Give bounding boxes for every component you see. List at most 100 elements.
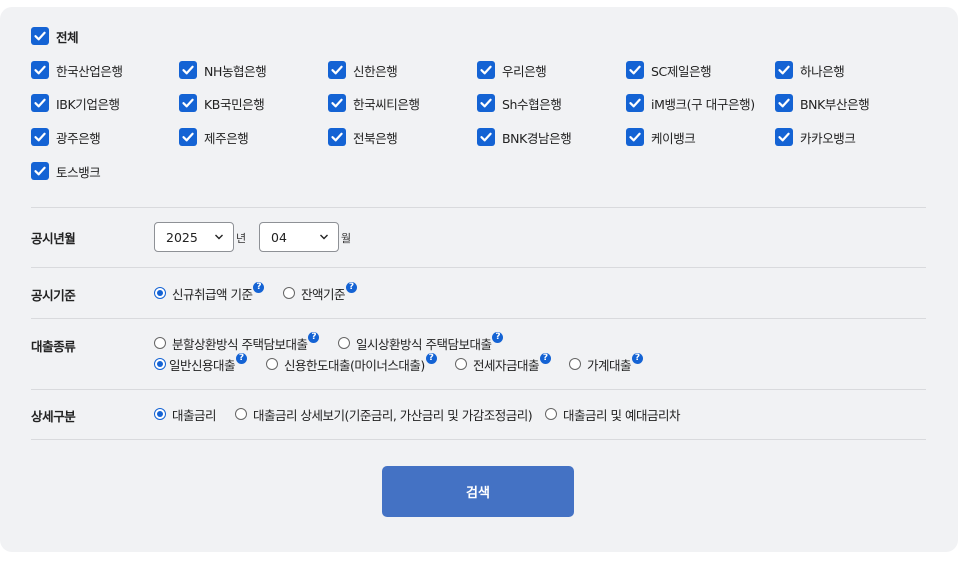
radio-indicator xyxy=(266,358,278,370)
checkmark-icon xyxy=(31,94,49,112)
bank-label: 전북은행 xyxy=(353,130,398,146)
checkbox-bank[interactable]: NH농협은행 xyxy=(179,60,267,80)
radio-new-loan-basis[interactable]: 신규취급액 기준 ? xyxy=(154,281,265,302)
loan-type-row-label: 대출종류 xyxy=(31,339,76,354)
radio-credit-line[interactable]: 신용한도대출(마이너스대출) ? xyxy=(266,352,437,373)
checkmark-icon xyxy=(477,128,495,146)
checkmark-icon xyxy=(626,128,644,146)
divider xyxy=(31,207,926,208)
help-icon[interactable]: ? xyxy=(253,281,265,293)
radio-selected-indicator xyxy=(154,287,166,299)
bank-label: 광주은행 xyxy=(56,130,101,146)
month-select[interactable]: 04 xyxy=(259,222,339,252)
checkmark-icon xyxy=(31,27,49,45)
bank-label: 토스뱅크 xyxy=(56,164,101,180)
radio-label: 가계대출 xyxy=(587,357,632,373)
checkbox-bank[interactable]: 카카오뱅크 xyxy=(775,127,856,147)
bank-label: SC제일은행 xyxy=(651,63,712,79)
checkmark-icon xyxy=(626,94,644,112)
checkmark-icon xyxy=(328,61,346,79)
checkbox-bank[interactable]: 전북은행 xyxy=(328,127,398,147)
help-icon[interactable]: ? xyxy=(425,352,437,364)
bank-label: KB국민은행 xyxy=(204,96,265,112)
bank-label: IBK기업은행 xyxy=(56,96,120,112)
checkbox-bank[interactable]: BNK경남은행 xyxy=(477,127,572,147)
radio-label: 신규취급액 기준 xyxy=(172,286,253,302)
checkmark-icon xyxy=(31,162,49,180)
radio-jeonse-loan[interactable]: 전세자금대출 ? xyxy=(455,352,552,373)
checkmark-icon xyxy=(179,128,197,146)
basis-row-label: 공시기준 xyxy=(31,288,76,303)
checkmark-icon xyxy=(477,61,495,79)
checkbox-bank[interactable]: SC제일은행 xyxy=(626,60,712,80)
checkmark-icon xyxy=(477,94,495,112)
detail-row-label: 상세구분 xyxy=(31,409,76,424)
checkbox-bank[interactable]: 케이뱅크 xyxy=(626,127,696,147)
checkbox-bank[interactable]: BNK부산은행 xyxy=(775,93,870,113)
radio-loan-deposit-spread[interactable]: 대출금리 및 예대금리차 xyxy=(545,405,680,423)
checkbox-bank[interactable]: 우리은행 xyxy=(477,60,547,80)
radio-loan-rate[interactable]: 대출금리 xyxy=(154,405,217,423)
radio-indicator xyxy=(455,358,467,370)
checkmark-icon xyxy=(31,61,49,79)
checkmark-icon xyxy=(775,128,793,146)
radio-label: 대출금리 및 예대금리차 xyxy=(563,407,680,423)
checkbox-all-banks[interactable]: 전체 xyxy=(31,26,79,46)
checkbox-bank[interactable]: 토스뱅크 xyxy=(31,161,101,181)
checkbox-bank[interactable]: 제주은행 xyxy=(179,127,249,147)
radio-label: 대출금리 xyxy=(172,407,217,423)
radio-label: 일반신용대출 xyxy=(169,357,236,373)
checkmark-icon xyxy=(328,94,346,112)
checkbox-bank[interactable]: 한국씨티은행 xyxy=(328,93,420,113)
checkbox-bank[interactable]: 하나은행 xyxy=(775,60,845,80)
radio-bullet-mortgage[interactable]: 일시상환방식 주택담보대출 ? xyxy=(338,331,504,352)
checkbox-bank[interactable]: 신한은행 xyxy=(328,60,398,80)
search-button[interactable]: 검색 xyxy=(382,466,574,517)
checkmark-icon xyxy=(31,128,49,146)
radio-selected-indicator xyxy=(154,408,166,420)
radio-household-loan[interactable]: 가계대출 ? xyxy=(569,352,644,373)
radio-installment-mortgage[interactable]: 분할상환방식 주택담보대출 ? xyxy=(154,331,320,352)
help-icon[interactable]: ? xyxy=(236,352,248,364)
radio-label: 잔액기준 xyxy=(301,286,346,302)
help-icon[interactable]: ? xyxy=(492,331,504,343)
checkbox-bank[interactable]: IBK기업은행 xyxy=(31,93,120,113)
radio-label: 전세자금대출 xyxy=(473,357,540,373)
checkmark-icon xyxy=(179,94,197,112)
radio-general-credit[interactable]: 일반신용대출 ? xyxy=(154,352,248,373)
checkbox-bank[interactable]: 광주은행 xyxy=(31,127,101,147)
checkbox-bank[interactable]: 한국산업은행 xyxy=(31,60,123,80)
bank-label: 우리은행 xyxy=(502,63,547,79)
bank-label: 케이뱅크 xyxy=(651,130,696,146)
radio-loan-rate-detail[interactable]: 대출금리 상세보기(기준금리, 가산금리 및 가감조정금리) xyxy=(235,405,533,423)
radio-indicator xyxy=(235,408,247,420)
help-icon[interactable]: ? xyxy=(632,352,644,364)
bank-label: BNK부산은행 xyxy=(800,96,870,112)
bank-label: 한국씨티은행 xyxy=(353,96,420,112)
bank-label: 하나은행 xyxy=(800,63,845,79)
checkmark-icon xyxy=(328,128,346,146)
radio-indicator xyxy=(154,337,166,349)
checkbox-bank[interactable]: Sh수협은행 xyxy=(477,93,562,113)
year-select[interactable]: 2025 xyxy=(154,222,234,252)
help-icon[interactable]: ? xyxy=(346,281,358,293)
checkbox-bank[interactable]: iM뱅크(구 대구은행) xyxy=(626,93,755,113)
divider xyxy=(31,267,926,268)
radio-balance-basis[interactable]: 잔액기준 ? xyxy=(283,281,358,302)
bank-label: BNK경남은행 xyxy=(502,130,572,146)
checkmark-icon xyxy=(179,61,197,79)
all-banks-label: 전체 xyxy=(56,29,79,45)
radio-indicator xyxy=(338,337,350,349)
help-icon[interactable]: ? xyxy=(308,331,320,343)
bank-label: 카카오뱅크 xyxy=(800,130,856,146)
bank-label: 한국산업은행 xyxy=(56,63,123,79)
year-unit: 년 xyxy=(236,232,247,245)
checkbox-bank[interactable]: KB국민은행 xyxy=(179,93,265,113)
bank-label: 제주은행 xyxy=(204,130,249,146)
checkmark-icon xyxy=(626,61,644,79)
chevron-down-icon xyxy=(215,234,223,240)
radio-label: 대출금리 상세보기(기준금리, 가산금리 및 가감조정금리) xyxy=(253,407,533,423)
help-icon[interactable]: ? xyxy=(540,352,552,364)
radio-indicator xyxy=(283,287,295,299)
radio-label: 일시상환방식 주택담보대출 xyxy=(356,336,492,352)
